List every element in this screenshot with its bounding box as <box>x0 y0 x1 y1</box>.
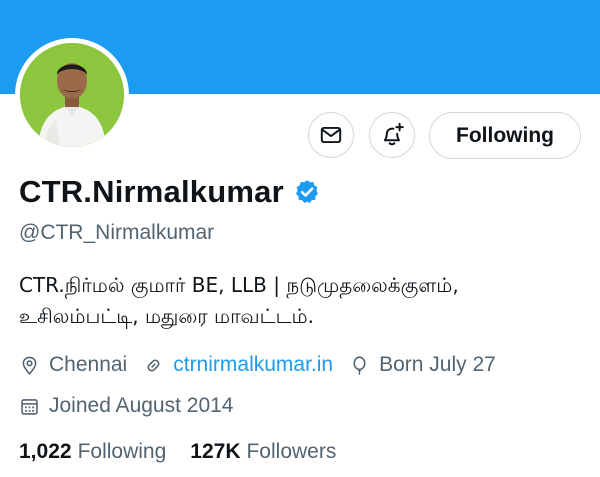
joined-item: Joined August 2014 <box>19 394 234 418</box>
profile-bio: CTR.நிர்மல் குமார் BE, LLB | நடுமுதலைக்க… <box>19 270 579 332</box>
location-pin-icon <box>22 356 37 375</box>
following-button[interactable]: Following <box>429 112 581 159</box>
follow-stats: 1,022 Following 127K Followers <box>19 440 360 464</box>
joined-text: Joined August 2014 <box>49 394 234 417</box>
notifications-button[interactable] <box>369 112 415 158</box>
verified-badge-icon[interactable] <box>293 178 321 206</box>
bio-line: உசிலம்பட்டி, மதுரை மாவட்டம். <box>19 304 314 328</box>
followers-label: Followers <box>246 440 337 463</box>
mail-icon <box>320 126 342 144</box>
bell-plus-icon <box>384 122 404 146</box>
profile-meta-row: Joined August 2014 <box>19 394 250 418</box>
followers-count: 127K <box>190 440 241 463</box>
balloon-icon <box>353 355 366 375</box>
location-text: Chennai <box>49 353 128 376</box>
followers-stat[interactable]: 127K Followers <box>190 440 336 464</box>
birthday-item: Born July 27 <box>349 353 496 377</box>
location-item: Chennai <box>19 353 127 377</box>
display-name: CTR.Nirmalkumar <box>19 174 284 209</box>
website-item: ctrnirmalkumar.in <box>143 353 333 377</box>
website-link[interactable]: ctrnirmalkumar.in <box>173 353 333 377</box>
following-count: 1,022 <box>19 440 72 463</box>
avatar[interactable] <box>20 43 124 147</box>
message-button[interactable] <box>308 112 354 158</box>
calendar-icon <box>21 398 38 415</box>
following-label: Following <box>77 440 167 463</box>
avatar-photo <box>20 43 124 147</box>
name-row: CTR.Nirmalkumar <box>19 174 321 210</box>
link-icon <box>147 358 160 372</box>
following-stat[interactable]: 1,022 Following <box>19 440 166 464</box>
birthday-text: Born July 27 <box>379 353 496 376</box>
bio-line: CTR.நிர்மல் குமார் BE, LLB | நடுமுதலைக்க… <box>19 273 459 297</box>
profile-meta-row: Chennai ctrnirmalkumar.in Born July 27 <box>19 353 512 377</box>
following-button-label: Following <box>456 123 554 147</box>
avatar-frame <box>15 38 129 152</box>
user-handle: @CTR_Nirmalkumar <box>19 221 215 244</box>
